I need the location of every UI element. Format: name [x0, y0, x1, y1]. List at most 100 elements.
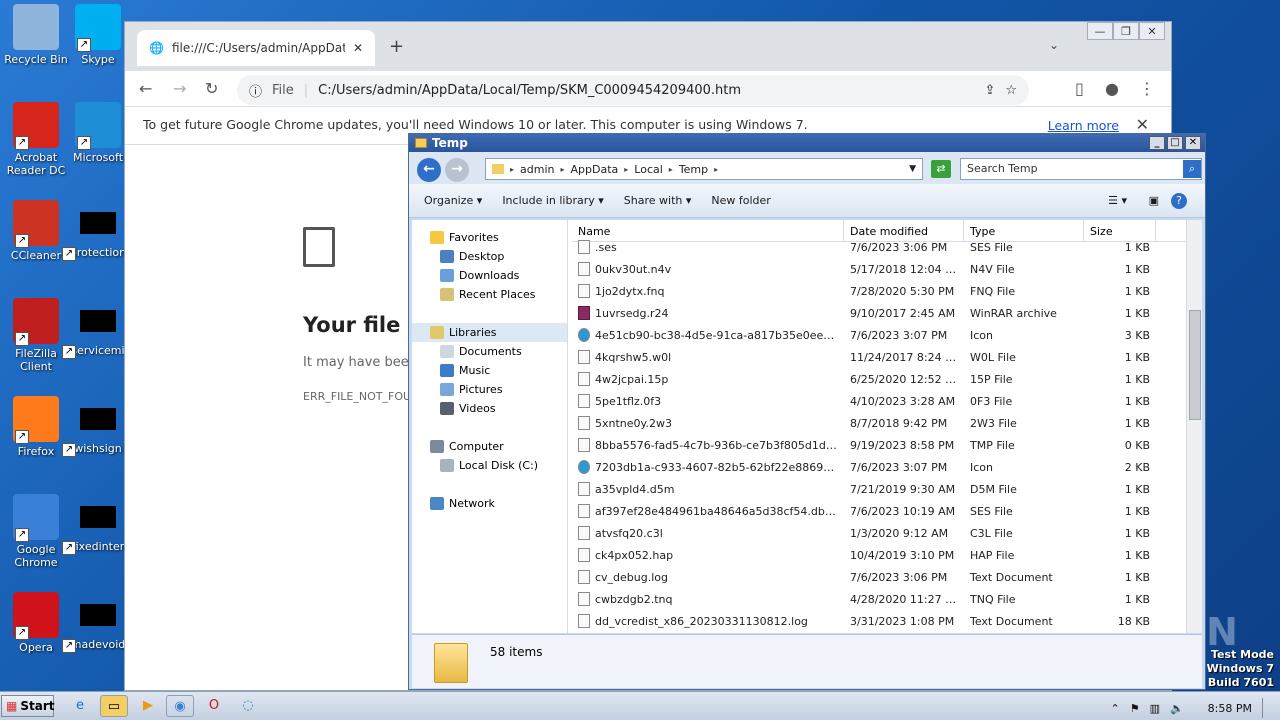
nav-music[interactable]: Music: [412, 361, 567, 380]
organize-button[interactable]: Organize ▾: [424, 194, 482, 207]
refresh-icon[interactable]: ⇄: [931, 160, 951, 178]
file-name: 5xntne0y.2w3: [572, 416, 844, 430]
include-in-library-button[interactable]: Include in library ▾: [502, 194, 603, 207]
vertical-scrollbar[interactable]: [1186, 220, 1202, 633]
start-button[interactable]: ▦ Start: [1, 695, 54, 717]
file-icon: [578, 504, 590, 518]
nav-documents[interactable]: Documents: [412, 342, 567, 361]
file-row[interactable]: dd_vcredist_x86_20230331130812.log 3/31/2…: [572, 610, 1186, 632]
explorer-titlebar[interactable]: Temp _ □ ✕: [409, 134, 1205, 152]
file-row[interactable]: 4kqrshw5.w0l 11/24/2017 8:24 AM W0L File 1 …: [572, 346, 1186, 368]
nav-recent-places[interactable]: Recent Places: [412, 285, 567, 304]
nav-desktop[interactable]: Desktop: [412, 247, 567, 266]
breadcrumb-item[interactable]: Temp: [679, 163, 708, 176]
file-row[interactable]: af397ef28e484961ba48646a5d38cf54.db.ses 7…: [572, 500, 1186, 522]
file-row[interactable]: cwbzdgb2.tnq 4/28/2020 11:27 PM TNQ File 1 …: [572, 588, 1186, 610]
column-name[interactable]: Name: [572, 220, 844, 241]
nav-libraries[interactable]: Libraries: [412, 323, 567, 342]
learn-more-link[interactable]: Learn more: [1048, 118, 1119, 133]
nav-pictures[interactable]: Pictures: [412, 380, 567, 399]
back-icon[interactable]: ←: [139, 79, 152, 98]
tab-search-icon[interactable]: ⌄: [1049, 38, 1059, 52]
close-infobar-icon[interactable]: ✕: [1136, 115, 1149, 134]
new-folder-button[interactable]: New folder: [711, 194, 770, 207]
flag-icon[interactable]: ⚑: [1130, 702, 1140, 715]
minimize-button[interactable]: _: [1149, 136, 1165, 150]
column-date-modified[interactable]: Date modified: [844, 220, 964, 241]
nav-downloads[interactable]: Downloads: [412, 266, 567, 285]
file-type: FNQ File: [970, 284, 1016, 298]
share-with-button[interactable]: Share with ▾: [624, 194, 692, 207]
breadcrumb-item[interactable]: admin: [520, 163, 554, 176]
nav-network[interactable]: Network: [412, 494, 567, 513]
file-row[interactable]: atvsfq20.c3l 1/3/2020 9:12 AM C3L File 1 KB: [572, 522, 1186, 544]
file-row[interactable]: 5xntne0y.2w3 8/7/2018 9:42 PM 2W3 File 1 KB: [572, 412, 1186, 434]
nav-computer[interactable]: Computer: [412, 437, 567, 456]
forward-icon[interactable]: →: [445, 158, 469, 182]
maximize-button[interactable]: ❐: [1113, 22, 1139, 40]
explorer-body: Favorites Desktop Downloads Recent Place…: [412, 220, 1202, 633]
opera-taskbar-icon[interactable]: O: [200, 695, 228, 717]
back-icon[interactable]: ←: [417, 158, 441, 182]
help-icon[interactable]: ?: [1171, 192, 1187, 209]
show-hidden-icons[interactable]: ⌃: [1110, 702, 1119, 715]
address-bar[interactable]: ⓘ File | C:/Users/admin/AppData/Local/Te…: [237, 75, 1029, 105]
file-size: 1 KB: [1124, 570, 1150, 584]
info-icon[interactable]: ⓘ: [249, 81, 262, 100]
file-name: cwbzdgb2.tnq: [572, 592, 844, 606]
menu-icon[interactable]: ⋮: [1139, 79, 1155, 98]
address-breadcrumb[interactable]: ▸ admin ▸ AppData ▸ Local ▸ Temp ▸ ▼: [485, 158, 923, 180]
volume-icon[interactable]: 🔈: [1170, 702, 1184, 715]
profile-icon[interactable]: ●: [1105, 79, 1119, 98]
nav-videos[interactable]: Videos: [412, 399, 567, 418]
bookmark-star-icon[interactable]: ☆: [1005, 83, 1017, 98]
forward-icon[interactable]: →: [173, 79, 186, 98]
file-name: 7203db1a-c933-4607-82b5-62bf22e88694.t..…: [572, 460, 844, 474]
scrollbar-thumb[interactable]: [1189, 310, 1201, 420]
close-button[interactable]: ✕: [1185, 136, 1201, 150]
file-row[interactable]: 4e51cb90-bc38-4d5e-91ca-a817b35e0ee5.t..…: [572, 324, 1186, 346]
preview-pane-icon[interactable]: ▣: [1149, 194, 1159, 207]
shortcut-arrow-icon: ↗: [62, 639, 76, 653]
maximize-button[interactable]: □: [1167, 136, 1183, 150]
side-panel-icon[interactable]: ▯: [1075, 79, 1084, 98]
chrome-tab[interactable]: 🌐 file:///C:/Users/admin/AppData/Loca ✕: [137, 30, 375, 66]
new-tab-button[interactable]: +: [389, 36, 404, 57]
file-size: 1 KB: [1124, 262, 1150, 276]
breadcrumb-item[interactable]: AppData: [571, 163, 619, 176]
chrome-taskbar-icon[interactable]: ◉: [166, 695, 194, 717]
reload-icon[interactable]: ↻: [205, 79, 218, 98]
tab-title: file:///C:/Users/admin/AppData/Loca: [171, 41, 345, 55]
show-desktop-button[interactable]: [1262, 698, 1272, 718]
file-row[interactable]: a35vpld4.d5m 7/21/2019 9:30 AM D5M File 1 K…: [572, 478, 1186, 500]
nav-favorites[interactable]: Favorites: [412, 228, 567, 247]
file-row[interactable]: 8bba5576-fad5-4c7b-936b-ce7b3f805d1d.tmp…: [572, 434, 1186, 456]
file-row[interactable]: 1uvrsedg.r24 9/10/2017 2:45 AM WinRAR arch…: [572, 302, 1186, 324]
column-size[interactable]: Size: [1084, 220, 1156, 241]
breadcrumb-item[interactable]: Local: [634, 163, 663, 176]
view-options-icon[interactable]: ☰ ▾: [1108, 194, 1127, 207]
clock[interactable]: 8:58 PM: [1208, 702, 1252, 715]
minimize-button[interactable]: —: [1087, 22, 1113, 40]
file-row[interactable]: 1jo2dytx.fnq 7/28/2020 5:30 PM FNQ File 1 K…: [572, 280, 1186, 302]
close-tab-icon[interactable]: ✕: [353, 41, 363, 55]
search-input[interactable]: Search Temp: [960, 158, 1202, 180]
close-button[interactable]: ✕: [1139, 22, 1165, 40]
file-row[interactable]: 0ukv30ut.n4v 5/17/2018 12:04 AM N4V File 1 …: [572, 258, 1186, 280]
dropdown-icon[interactable]: ▼: [909, 164, 916, 174]
ie-icon[interactable]: e: [66, 695, 94, 717]
share-icon[interactable]: ⇪: [984, 83, 995, 98]
edge-taskbar-icon[interactable]: ◌: [234, 695, 262, 717]
file-row[interactable]: cv_debug.log 7/6/2023 3:06 PM Text Documen…: [572, 566, 1186, 588]
nav-local-disk[interactable]: Local Disk (C:): [412, 456, 567, 475]
column-type[interactable]: Type: [964, 220, 1084, 241]
file-row[interactable]: 5pe1tflz.0f3 4/10/2023 3:28 AM 0F3 File 1 K…: [572, 390, 1186, 412]
network-tray-icon[interactable]: ▥: [1150, 702, 1160, 715]
sad-file-icon: [303, 227, 335, 267]
file-row[interactable]: ck4px052.hap 10/4/2019 3:10 PM HAP File 1 K…: [572, 544, 1186, 566]
media-player-icon[interactable]: ▶: [134, 695, 162, 717]
explorer-taskbar-icon[interactable]: ▭: [100, 695, 128, 717]
file-row[interactable]: 7203db1a-c933-4607-82b5-62bf22e88694.t..…: [572, 456, 1186, 478]
file-row[interactable]: 4w2jcpai.15p 6/25/2020 12:52 AM 15P File 1 …: [572, 368, 1186, 390]
search-icon[interactable]: ⌕: [1183, 160, 1201, 178]
